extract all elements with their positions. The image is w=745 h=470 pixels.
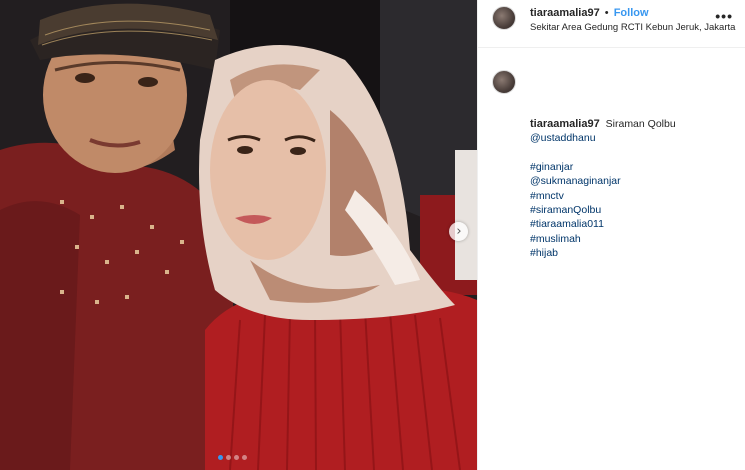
more-horizontal-icon[interactable]: ••• [715,9,733,23]
caption-tags: @ustaddhanu #ginanjar @sukmanaginanjar #… [530,131,621,261]
header-separator: • [604,7,609,19]
location-link[interactable]: Sekitar Area Gedung RCTI Kebun Jeruk, Ja… [530,22,735,33]
hashtag-link[interactable]: #tiaraamalia011 [530,217,621,231]
post-photo[interactable]: › [0,0,477,470]
caption-first-line: tiaraamalia97 Siraman Qolbu [530,117,676,132]
selfie-photo-illustration [0,0,477,470]
header-user-line: tiaraamalia97 • Follow [530,7,649,19]
chevron-right-icon: › [456,224,462,239]
carousel-dot [218,455,223,460]
carousel-next-button[interactable]: › [449,222,468,241]
post-sidebar: tiaraamalia97 • Follow Sekitar Area Gedu… [477,0,745,470]
follow-button[interactable]: Follow [614,7,649,19]
carousel-dot [242,455,247,460]
avatar[interactable] [492,6,516,30]
carousel-dot [234,455,239,460]
header-username[interactable]: tiaraamalia97 [530,7,600,19]
hashtag-link[interactable]: #ginanjar [530,160,621,174]
carousel-dot [226,455,231,460]
hashtag-link[interactable]: #hijab [530,246,621,260]
hashtag-link[interactable]: #siramanQolbu [530,203,621,217]
post-header: tiaraamalia97 • Follow Sekitar Area Gedu… [478,0,745,48]
caption-line-break [530,145,621,159]
mention-link[interactable]: @sukmanaginanjar [530,174,621,188]
caption-username[interactable]: tiaraamalia97 [530,118,600,130]
caption-text: Siraman Qolbu [605,118,676,130]
caption-comment: tiaraamalia97 Siraman Qolbu @ustaddhanu … [478,48,745,268]
avatar[interactable] [492,70,516,94]
hashtag-link[interactable]: #muslimah [530,232,621,246]
hashtag-link[interactable]: #mnctv [530,189,621,203]
carousel-indicator [218,455,247,461]
mention-link[interactable]: @ustaddhanu [530,131,621,145]
